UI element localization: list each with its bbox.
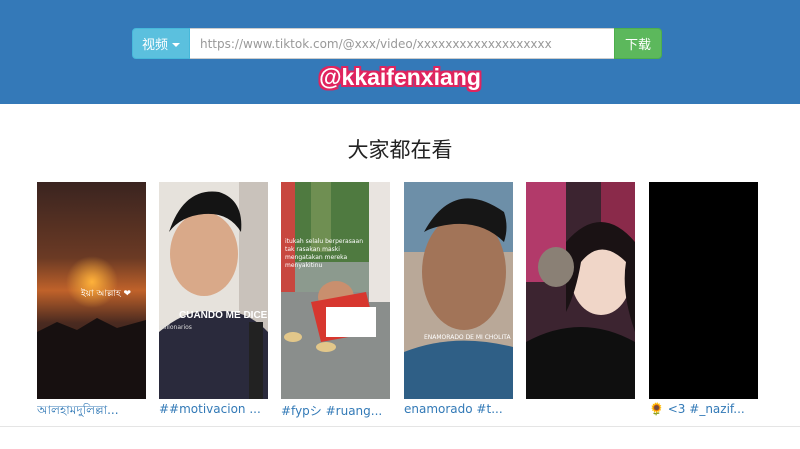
kids-thumbnail-image [281, 182, 390, 399]
video-thumbnail[interactable]: ENAMORADO DE MI CHOLITA [404, 182, 513, 399]
watermark-text: @kkaifenxiang [319, 64, 481, 90]
video-thumbnail[interactable]: CUANDO ME DICEN, millonarios [159, 182, 268, 399]
video-thumbnail[interactable] [649, 182, 758, 399]
thumbnail-overlay-subtext: millonarios [159, 324, 192, 331]
caret-down-icon [172, 42, 180, 47]
video-card[interactable]: ENAMORADO DE MI CHOLITA enamorado #t... [404, 182, 513, 416]
footer-divider [0, 426, 800, 427]
video-card[interactable]: CUANDO ME DICEN, millonarios ##motivacio… [159, 182, 268, 416]
video-grid: ইয়া আল্লাহ ❤ আলহামদুলিল্লা... CUANDO ME… [0, 182, 800, 422]
video-caption[interactable]: enamorado #t... [404, 402, 513, 416]
thumbnail-overlay-text: ইয়া আল্লাহ ❤ [81, 289, 132, 299]
video-caption[interactable]: আলহামদুলিল্লা... [37, 402, 146, 422]
video-thumbnail[interactable] [526, 182, 635, 399]
url-input[interactable] [190, 28, 614, 59]
video-caption[interactable]: #fypシ #ruang... [281, 402, 390, 419]
video-card[interactable]: itukah selalu berperasaan tak rasakan ma… [281, 182, 390, 419]
selfie-thumbnail-image [404, 182, 513, 399]
download-button[interactable]: 下载 [614, 28, 662, 59]
black-thumbnail-image [649, 182, 758, 399]
type-dropdown-label: 视频 [141, 38, 168, 53]
video-caption[interactable]: ##motivacion ... [159, 402, 268, 416]
thumbnail-overlay-text: CUANDO ME DICEN, [179, 310, 268, 321]
video-card[interactable]: ইয়া আল্লাহ ❤ আলহামদুলিল্লা... [37, 182, 146, 422]
thumbnail-overlay-text: itukah selalu berperasaan tak rasakan ma… [285, 238, 364, 269]
type-dropdown-button[interactable]: 视频 [132, 28, 190, 59]
header-bar: 视频 下载 @kkaifenxiang [0, 0, 800, 104]
video-thumbnail[interactable]: itukah selalu berperasaan tak rasakan ma… [281, 182, 390, 399]
search-bar: 视频 下载 [132, 28, 662, 59]
thumbnail-overlay-text: ENAMORADO DE MI CHOLITA [424, 334, 511, 341]
portrait-thumbnail-image [159, 182, 268, 399]
video-caption[interactable]: 🌻 <3 #_nazif... [649, 402, 758, 416]
video-card[interactable]: 🌻 <3 #_nazif... [649, 182, 758, 416]
video-card[interactable] [526, 182, 635, 402]
girl-thumbnail-image [526, 182, 635, 399]
section-title: 大家都在看 [347, 138, 453, 162]
video-thumbnail[interactable]: ইয়া আল্লাহ ❤ [37, 182, 146, 399]
